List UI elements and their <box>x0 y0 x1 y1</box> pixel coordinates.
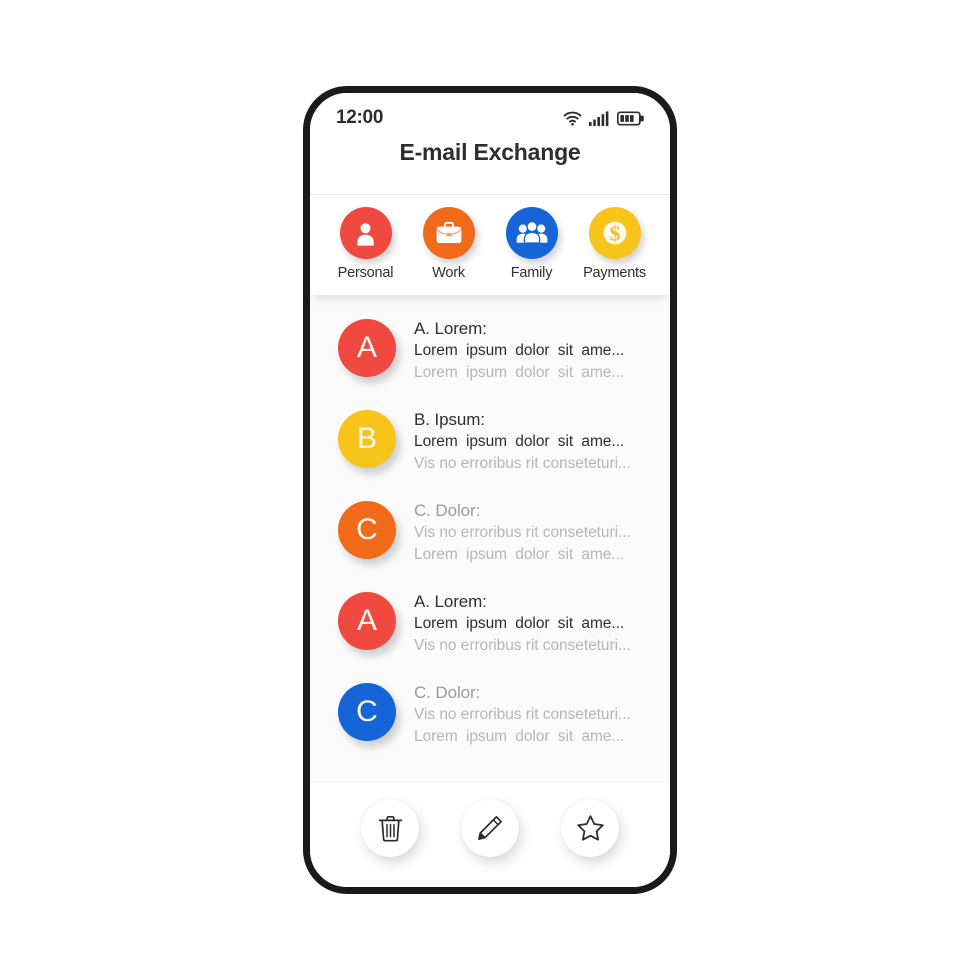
briefcase-icon <box>434 220 464 247</box>
star-icon <box>576 814 605 842</box>
table-row[interactable]: B B. Ipsum: Lorem ipsum dolor sit ame...… <box>310 402 670 493</box>
mail-preview-line-1: Vis no erroribus rit conseteturi... <box>414 706 631 723</box>
status-time: 12:00 <box>336 107 384 128</box>
delete-button[interactable] <box>361 799 419 857</box>
person-icon <box>352 220 379 247</box>
pencil-icon <box>476 814 504 842</box>
category-personal[interactable]: Personal <box>324 207 407 281</box>
avatar: C <box>338 683 396 741</box>
phone-screen: 12:00 E-mail Exchange Personal Work Fami… <box>310 93 670 887</box>
app-header: E-mail Exchange <box>310 139 670 195</box>
avatar: A <box>338 592 396 650</box>
mail-list[interactable]: A A. Lorem: Lorem ipsum dolor sit ame...… <box>310 295 670 783</box>
table-row[interactable]: A A. Lorem: Lorem ipsum dolor sit ame...… <box>310 584 670 675</box>
category-family-circle <box>505 207 558 259</box>
category-personal-label: Personal <box>337 265 394 281</box>
mail-preview-line-1: Lorem ipsum dolor sit ame... <box>414 433 625 450</box>
svg-text:$: $ <box>609 222 620 246</box>
page-title: E-mail Exchange <box>399 139 581 165</box>
category-personal-circle <box>339 207 392 259</box>
avatar: A <box>338 319 396 377</box>
category-filter-bar: Personal Work Family $ Payments <box>310 195 670 295</box>
mail-preview-line-2: Vis no erroribus rit conseteturi... <box>414 637 631 654</box>
mail-sender: A. Lorem: <box>414 319 487 338</box>
action-bar <box>310 783 670 887</box>
screenshot-canvas: 12:00 E-mail Exchange Personal Work Fami… <box>0 0 980 980</box>
status-icons-group <box>563 110 644 126</box>
mail-sender: B. Ipsum: <box>414 410 485 429</box>
avatar: B <box>338 410 396 468</box>
mail-text-block: C. Dolor: Vis no erroribus rit consetetu… <box>414 680 648 748</box>
category-family-label: Family <box>510 265 553 281</box>
wifi-icon <box>563 111 582 126</box>
mail-preview-line-1: Vis no erroribus rit conseteturi... <box>414 524 631 541</box>
mail-preview-line-2: Lorem ipsum dolor sit ame... <box>414 546 625 563</box>
table-row[interactable]: A A. Lorem: Lorem ipsum dolor sit ame...… <box>310 311 670 402</box>
category-payments-circle: $ <box>588 207 641 259</box>
favorite-button[interactable] <box>561 799 619 857</box>
status-bar: 12:00 <box>310 93 670 139</box>
mail-preview-line-1: Lorem ipsum dolor sit ame... <box>414 615 625 632</box>
mail-preview-line-2: Lorem ipsum dolor sit ame... <box>414 364 625 381</box>
mail-sender: C. Dolor: <box>414 683 481 702</box>
category-family[interactable]: Family <box>490 207 573 281</box>
category-payments[interactable]: $ Payments <box>573 207 656 281</box>
cellular-signal-icon <box>589 110 610 126</box>
mail-sender: A. Lorem: <box>414 592 487 611</box>
category-work-circle <box>422 207 475 259</box>
compose-button[interactable] <box>461 799 519 857</box>
mail-text-block: A. Lorem: Lorem ipsum dolor sit ame... L… <box>414 316 648 384</box>
mail-preview-line-2: Vis no erroribus rit conseteturi... <box>414 455 631 472</box>
category-payments-label: Payments <box>583 265 646 281</box>
mail-preview-line-1: Lorem ipsum dolor sit ame... <box>414 342 625 359</box>
mail-preview-line-2: Lorem ipsum dolor sit ame... <box>414 728 625 745</box>
table-row[interactable]: C C. Dolor: Vis no erroribus rit consete… <box>310 675 670 766</box>
people-icon <box>516 220 548 246</box>
mail-text-block: C. Dolor: Vis no erroribus rit consetetu… <box>414 498 648 566</box>
category-work-label: Work <box>432 265 465 281</box>
mail-sender: C. Dolor: <box>414 501 481 520</box>
mail-text-block: B. Ipsum: Lorem ipsum dolor sit ame... V… <box>414 407 648 475</box>
dollar-coin-icon: $ <box>599 217 631 249</box>
phone-frame: 12:00 E-mail Exchange Personal Work Fami… <box>303 86 677 894</box>
mail-text-block: A. Lorem: Lorem ipsum dolor sit ame... V… <box>414 589 648 657</box>
battery-icon <box>617 110 644 126</box>
avatar: C <box>338 501 396 559</box>
category-work[interactable]: Work <box>407 207 490 281</box>
table-row[interactable]: C C. Dolor: Vis no erroribus rit consete… <box>310 493 670 584</box>
trash-icon <box>377 814 404 843</box>
